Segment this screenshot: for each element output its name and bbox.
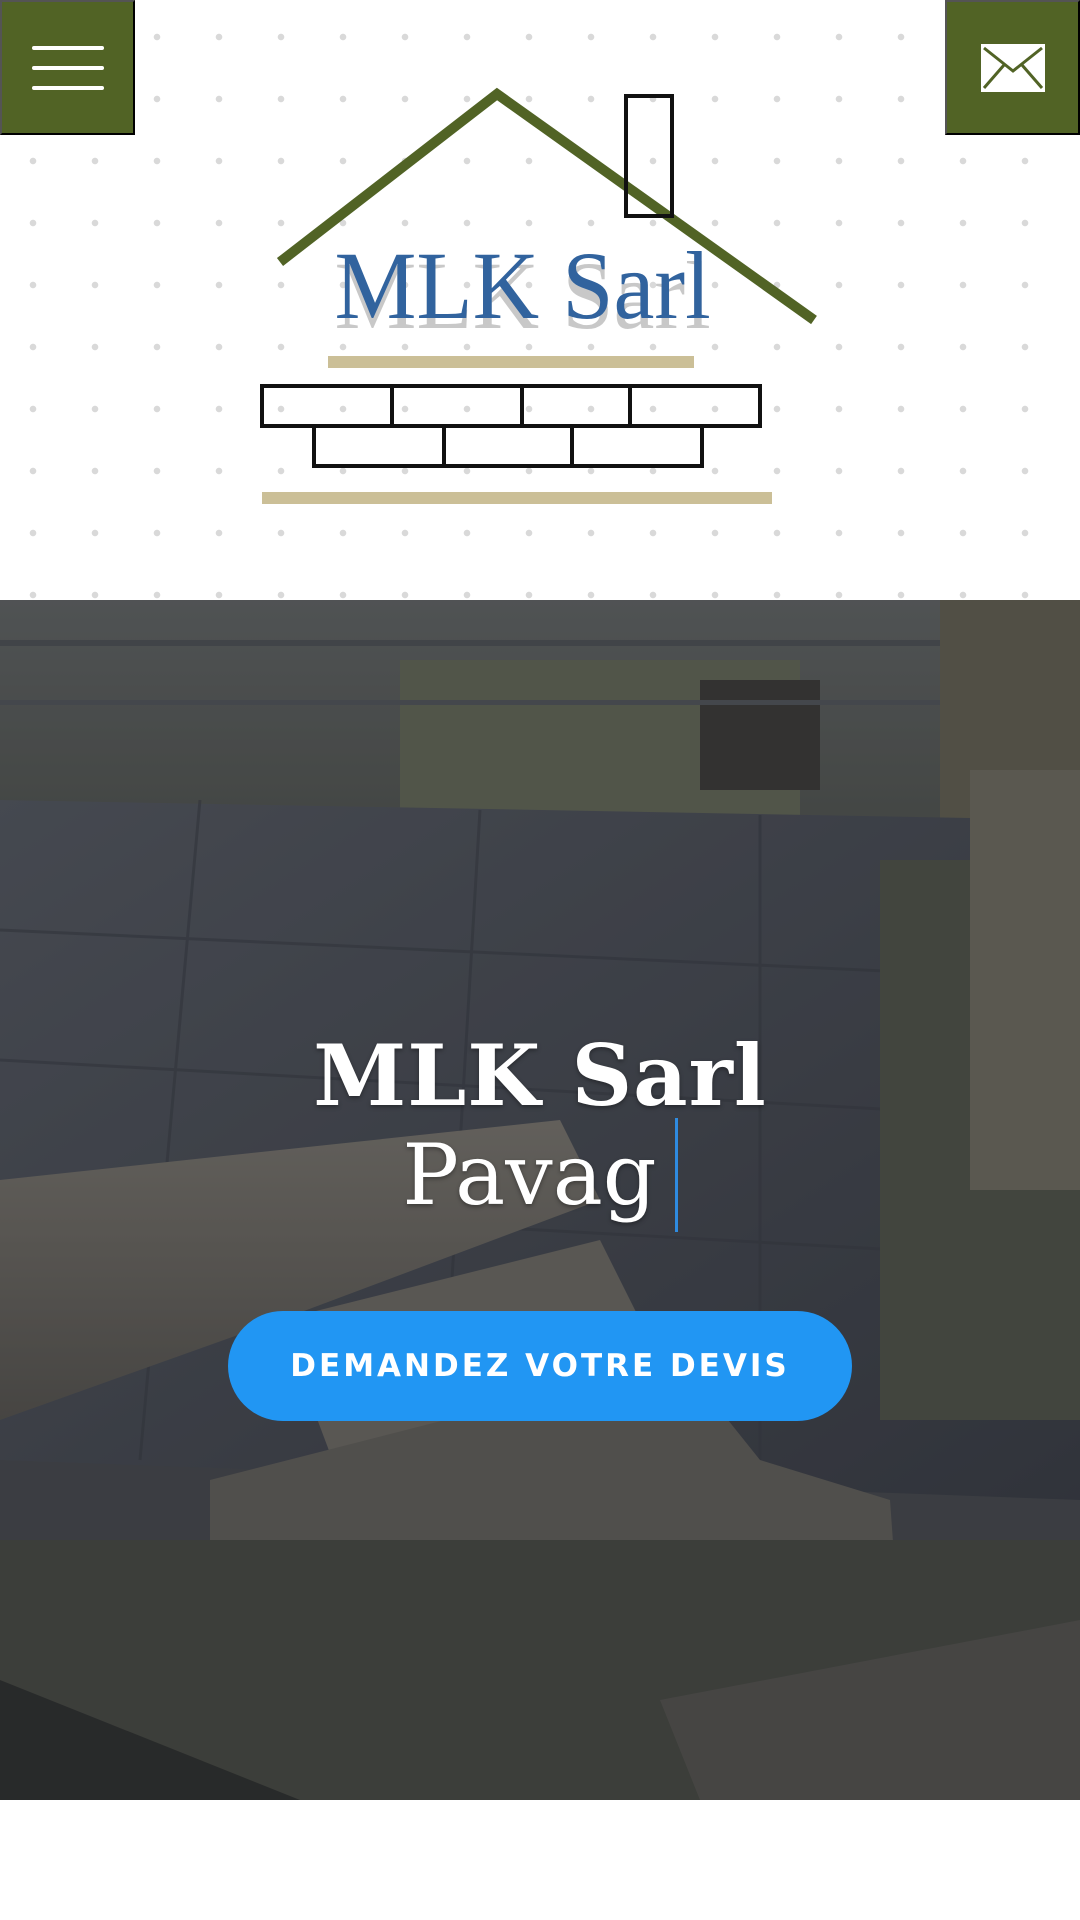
hamburger-icon-bar-1 xyxy=(31,45,104,50)
hamburger-icon-bar-3 xyxy=(31,85,104,90)
hero-section: MLK Sarl Pavag DEMANDEZ VOTRE DEVIS xyxy=(0,600,1080,1800)
contact-mail-button[interactable] xyxy=(945,0,1080,135)
hero-typed-line: Pavag xyxy=(0,1118,1080,1232)
logo-sand-line-top xyxy=(328,356,694,368)
page-bottom-whitespace xyxy=(0,1800,1080,1920)
logo-sand-line-bottom xyxy=(262,492,772,504)
envelope-icon xyxy=(980,43,1045,92)
logo-bricks-icon xyxy=(260,384,762,468)
logo-text: MLK Sarl xyxy=(334,233,710,339)
request-quote-button[interactable]: DEMANDEZ VOTRE DEVIS xyxy=(228,1311,852,1421)
hamburger-icon-bar-2 xyxy=(31,65,104,70)
page: MLK Sarl MLK Sarl MLK Sarl Pavag DEMANDE… xyxy=(0,0,1080,1920)
site-header: MLK Sarl MLK Sarl xyxy=(0,0,1080,600)
typing-cursor xyxy=(674,1118,678,1232)
menu-button[interactable] xyxy=(0,0,135,135)
hero-typed-text: Pavag xyxy=(402,1126,657,1224)
company-logo[interactable]: MLK Sarl MLK Sarl xyxy=(250,80,830,520)
hero-title: MLK Sarl xyxy=(313,1026,767,1126)
